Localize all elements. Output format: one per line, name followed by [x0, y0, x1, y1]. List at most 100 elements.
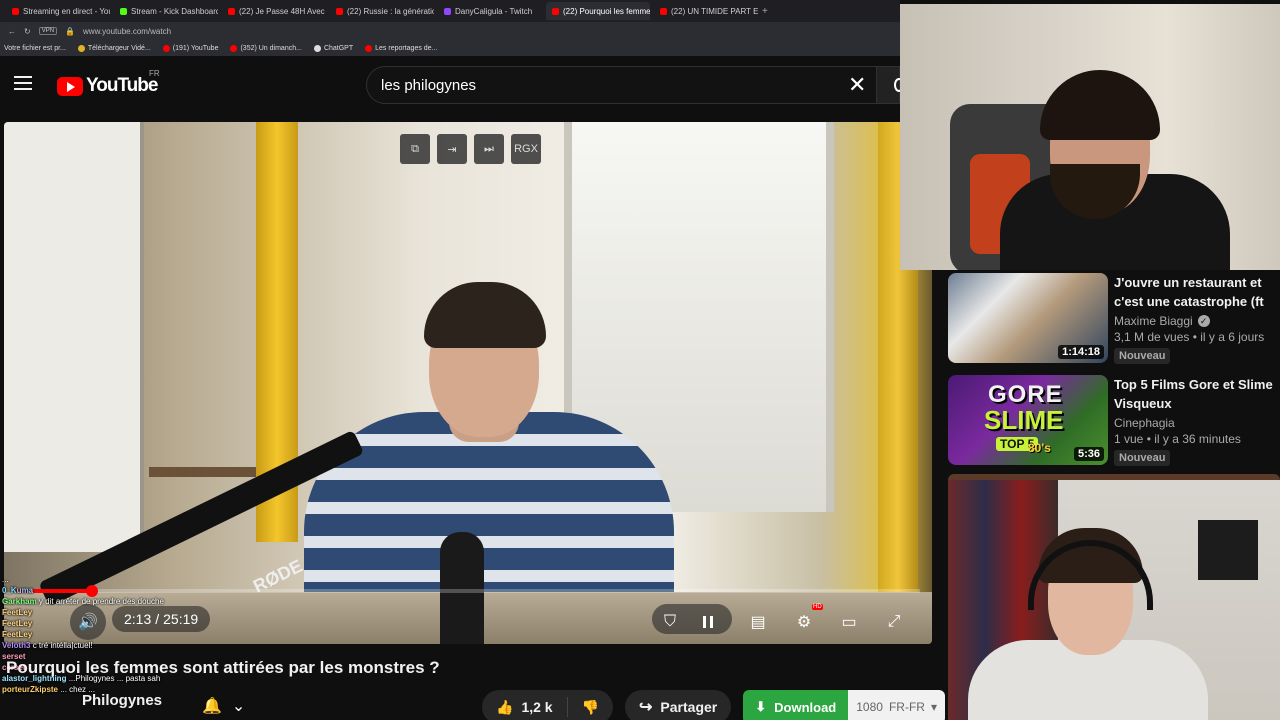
bookmark-label: Téléchargeur Vidé...	[87, 44, 151, 52]
chat-user: FeetLey	[2, 630, 33, 639]
bookmark[interactable]: ChatGPT	[313, 44, 353, 52]
subscription-bell[interactable]: 🔔 ⌄	[202, 696, 245, 716]
new-badge: Nouveau	[1114, 450, 1171, 466]
recommendation-channel[interactable]: Cinephagia	[1114, 416, 1175, 430]
chat-line: 0_Kuma	[2, 585, 232, 596]
new-tab-button[interactable]: +	[762, 6, 768, 17]
url-field[interactable]: www.youtube.com/watch	[83, 27, 171, 36]
browser-tab[interactable]: (22) UN TIMIDE PART EN R...	[654, 2, 758, 20]
video-frame: RØDE	[4, 122, 932, 644]
pause-button[interactable]	[690, 604, 726, 640]
language-value: FR-FR	[888, 700, 925, 714]
tab-favicon	[336, 7, 343, 15]
recommendation-title[interactable]: Top 5 Films Gore et Slime Visqueux	[1114, 375, 1280, 413]
bookmark[interactable]: (191) YouTube	[162, 44, 219, 52]
bookmark[interactable]: Téléchargeur Vidé...	[77, 44, 151, 52]
like-count: 1,2 k	[521, 699, 553, 715]
chat-user: Veloth3	[2, 641, 31, 650]
bookmark-label: (191) YouTube	[172, 44, 219, 52]
bookmark[interactable]: (352) Un dimanch...	[230, 44, 302, 52]
recommendation-channel[interactable]: Maxime Biaggi	[1114, 314, 1193, 328]
quality-select[interactable]: 1080 FR-FR ▾	[848, 690, 945, 720]
tab-label: Stream - Kick Dashboard	[131, 6, 218, 16]
extension-buttons: ⧉ ⇥ ⏭ RGX	[400, 134, 541, 164]
browser-tab[interactable]: DanyCaligula - Twitch	[438, 2, 542, 20]
recommendation-title[interactable]: J'ouvre un restaurant et c'est une catas…	[1114, 273, 1280, 311]
video-thumbnail[interactable]: 1:14:18	[948, 273, 1108, 363]
vpn-badge[interactable]: VPN	[38, 27, 58, 35]
menu-icon[interactable]	[14, 76, 32, 90]
chat-line: FeetLey	[2, 618, 232, 629]
amplifier	[1198, 520, 1258, 580]
chat-text: y dit arrêter de prendre des douche	[38, 597, 164, 606]
rgx-button[interactable]: RGX	[511, 134, 541, 164]
theater-icon[interactable]: ▭	[831, 604, 867, 640]
country-code: FR	[149, 69, 160, 78]
youtube-logo[interactable]: YouTube FR	[57, 69, 160, 97]
browser-tab-bar: Streaming en direct - YouTube Stream - K…	[0, 0, 900, 22]
chevron-down-icon[interactable]: ⌄	[232, 696, 245, 716]
youtube-icon	[230, 44, 238, 52]
thumbnail-text: SLIME	[984, 405, 1064, 435]
chat-user: FeetLey	[2, 619, 33, 628]
fullscreen-icon[interactable]: ⤢	[876, 604, 912, 640]
bookmark[interactable]: Votre fichier est pr...	[4, 45, 66, 52]
browser-tab[interactable]: Streaming en direct - YouTube	[6, 2, 110, 20]
enter-icon[interactable]: ⇥	[437, 134, 467, 164]
lock-icon: 🔒	[65, 26, 76, 36]
tab-label: (22) Russie : la génération...	[347, 6, 434, 16]
download-icon: ⬇	[755, 699, 767, 714]
youtube-icon	[162, 44, 170, 52]
like-dislike-group: 👍 1,2 k 👎	[482, 690, 614, 720]
chat-user: 0_Kuma	[2, 586, 34, 595]
browser-tab[interactable]: Stream - Kick Dashboard	[114, 2, 218, 20]
channel-name[interactable]: Philogynes	[82, 692, 162, 709]
dislike-button[interactable]: 👎	[568, 690, 613, 720]
video-actions: 👍 1,2 k 👎 ↪ Partager ⬇ Download 1080 FR-FR ▾	[482, 690, 945, 720]
chat-user: FeetLey	[2, 608, 33, 617]
chat-line: FeetLey	[2, 629, 232, 640]
duration-badge: 1:14:18	[1058, 345, 1104, 359]
browser-tab[interactable]: (22) Je Passe 48H Avec L...	[222, 2, 326, 20]
thumbnail-text: 80's	[1028, 441, 1051, 455]
browser-tab-active[interactable]: (22) Pourquoi les femmes...	[546, 2, 650, 20]
tab-label: DanyCaligula - Twitch	[455, 6, 533, 16]
download-label: Download	[774, 699, 837, 715]
share-icon: ↪	[639, 699, 653, 716]
bookmark[interactable]: Les reportages de...	[365, 44, 438, 52]
bookmark-label: Les reportages de...	[375, 44, 438, 52]
chat-line: Veloth3 c tré intélla|ctuel!	[2, 640, 232, 651]
recommendation-item[interactable]: 1:14:18 J'ouvre un restaurant et c'est u…	[948, 273, 1280, 369]
tab-favicon	[552, 7, 559, 15]
clear-search-icon[interactable]: ✕	[848, 74, 866, 96]
bookmark-label: (352) Un dimanch...	[240, 44, 302, 52]
skip-icon[interactable]: ⏭	[474, 134, 504, 164]
pause-icon	[703, 616, 713, 628]
search-input[interactable]: les philogynes	[366, 66, 876, 104]
subtitles-icon[interactable]: ▤	[740, 604, 776, 640]
download-button[interactable]: ⬇ Download	[743, 690, 849, 720]
recommendation-item[interactable]: GORE SLIME TOP 5 80's 5:36 Top 5 Films G…	[948, 375, 1280, 471]
tab-label: Streaming en direct - YouTube	[23, 6, 110, 16]
chat-line: FeetLey	[2, 607, 232, 618]
quality-value: 1080	[856, 700, 883, 714]
chat-text: c tré intélla|ctuel!	[32, 641, 93, 650]
like-icon: 👍	[496, 698, 514, 715]
recommendation-meta: 1 vue • il y a 36 minutes	[1114, 432, 1241, 446]
bell-icon[interactable]: 🔔	[202, 696, 222, 716]
browser-tab[interactable]: (22) Russie : la génération...	[330, 2, 434, 20]
chatgpt-icon	[313, 44, 321, 52]
recommendation-meta: 3,1 M de vues • il y a 6 jours	[1114, 330, 1265, 344]
shield-icon[interactable]: ⛉	[652, 604, 688, 640]
chat-user: Garkham	[2, 597, 37, 606]
bookmark-label: Votre fichier est pr...	[4, 44, 66, 52]
search-button[interactable]	[876, 66, 904, 104]
video-thumbnail[interactable]: GORE SLIME TOP 5 80's 5:36	[948, 375, 1108, 465]
popout-icon[interactable]: ⧉	[400, 134, 430, 164]
reload-icon[interactable]: ↻	[24, 27, 31, 36]
video-player[interactable]: RØDE	[4, 122, 932, 644]
like-button[interactable]: 👍 1,2 k	[482, 690, 567, 720]
back-icon[interactable]: ←	[8, 27, 16, 36]
share-button[interactable]: ↪ Partager	[625, 690, 732, 720]
chat-line: Garkham y dit arrêter de prendre des dou…	[2, 596, 232, 607]
